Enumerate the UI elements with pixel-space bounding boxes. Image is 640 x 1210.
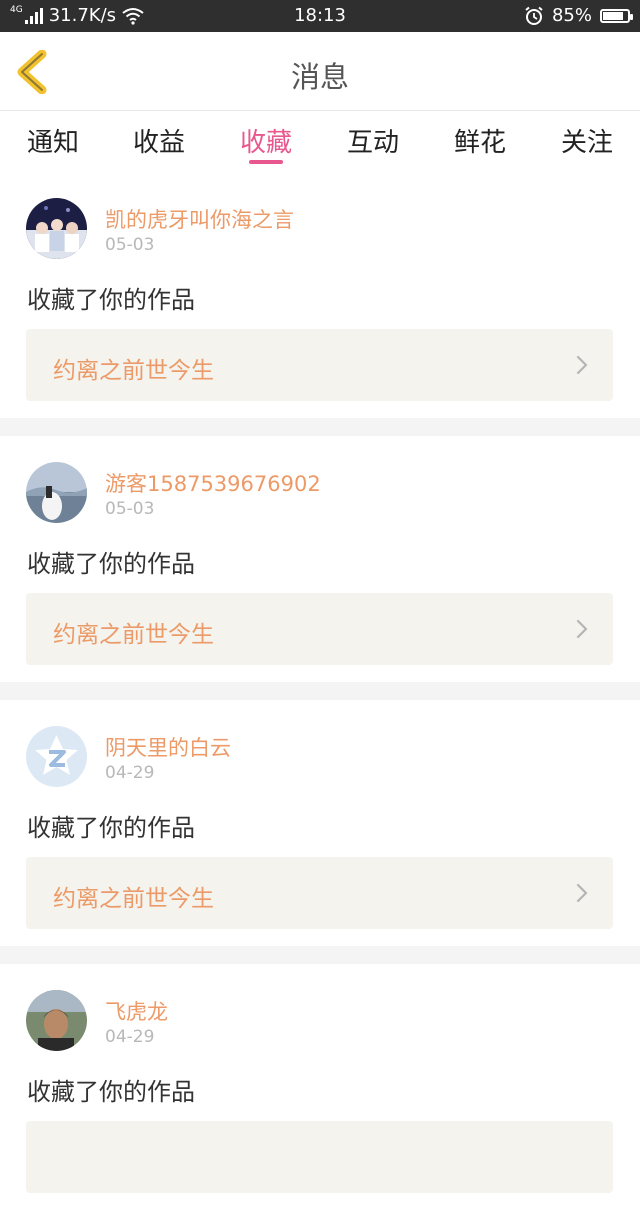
battery-percent: 85% xyxy=(551,5,592,26)
work-title: 约离之前世今生 xyxy=(53,358,214,384)
username[interactable]: 游客1587539676902 xyxy=(105,468,321,498)
tab-earnings[interactable]: 收益 xyxy=(106,122,212,159)
status-right: 85% xyxy=(524,5,633,26)
message-list: 凯的虎牙叫你海之言 05-03 收藏了你的作品 约离之前世今生 游客158753… xyxy=(0,172,640,1210)
battery-icon xyxy=(600,8,633,23)
work-link[interactable]: 约离之前世今生 xyxy=(26,593,613,665)
work-title: 约离之前世今生 xyxy=(53,886,214,912)
status-bar: 4G 31.7K/s 18:13 85% xyxy=(0,0,640,32)
divider xyxy=(0,418,640,436)
page-title: 消息 xyxy=(290,60,349,94)
chevron-right-icon xyxy=(576,355,588,375)
divider xyxy=(0,946,640,964)
action-text: 收藏了你的作品 xyxy=(27,1078,195,1106)
username[interactable]: 凯的虎牙叫你海之言 xyxy=(105,204,294,234)
network-type: 4G xyxy=(10,4,23,15)
tab-notifications[interactable]: 通知 xyxy=(0,122,106,159)
chevron-right-icon xyxy=(576,619,588,639)
action-text: 收藏了你的作品 xyxy=(27,550,195,578)
wifi-icon xyxy=(122,7,144,25)
message-date: 05-03 xyxy=(105,235,155,255)
avatar[interactable] xyxy=(26,198,87,259)
network-speed: 31.7K/s xyxy=(48,5,117,26)
username[interactable]: 飞虎龙 xyxy=(105,996,168,1026)
action-text: 收藏了你的作品 xyxy=(27,814,195,842)
status-left: 4G 31.7K/s xyxy=(10,5,144,26)
work-link[interactable]: 约离之前世今生 xyxy=(26,329,613,401)
username[interactable]: 阴天里的白云 xyxy=(105,732,231,762)
nav-bar: 消息 xyxy=(0,32,640,111)
avatar[interactable] xyxy=(26,462,87,523)
signal-icon xyxy=(24,7,43,24)
chevron-right-icon xyxy=(576,883,588,903)
tab-interactions[interactable]: 互动 xyxy=(320,122,426,159)
tab-bar: 通知 收益 收藏 互动 鲜花 关注 xyxy=(0,112,640,168)
work-title: 约离之前世今生 xyxy=(53,622,214,648)
message-item: 阴天里的白云 04-29 收藏了你的作品 约离之前世今生 xyxy=(0,700,640,946)
message-item: 游客1587539676902 05-03 收藏了你的作品 约离之前世今生 xyxy=(0,436,640,682)
message-date: 04-29 xyxy=(105,763,155,783)
work-link[interactable] xyxy=(26,1121,613,1193)
message-date: 04-29 xyxy=(105,1027,155,1047)
avatar[interactable] xyxy=(26,726,87,787)
tab-follows[interactable]: 关注 xyxy=(534,122,640,159)
active-tab-indicator xyxy=(249,160,283,164)
back-button[interactable] xyxy=(14,49,54,95)
divider xyxy=(0,682,640,700)
chevron-left-icon xyxy=(17,49,47,95)
message-date: 05-03 xyxy=(105,499,155,519)
message-item: 飞虎龙 04-29 收藏了你的作品 xyxy=(0,964,640,1210)
avatar[interactable] xyxy=(26,990,87,1051)
alarm-icon xyxy=(525,6,543,25)
work-link[interactable]: 约离之前世今生 xyxy=(26,857,613,929)
tab-flowers[interactable]: 鲜花 xyxy=(427,122,533,159)
message-item: 凯的虎牙叫你海之言 05-03 收藏了你的作品 约离之前世今生 xyxy=(0,172,640,418)
tab-favorites[interactable]: 收藏 xyxy=(213,122,319,159)
action-text: 收藏了你的作品 xyxy=(27,286,195,314)
